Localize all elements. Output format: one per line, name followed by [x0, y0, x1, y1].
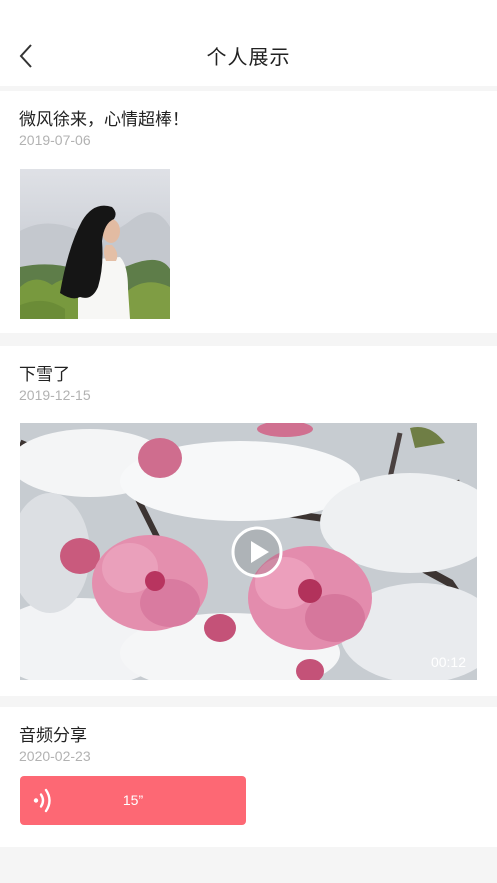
- post-video[interactable]: 00:12: [20, 423, 477, 680]
- post-date: 2019-12-15: [19, 387, 91, 403]
- post-title: 微风徐来，心情超棒！: [19, 110, 189, 130]
- audio-duration: 15”: [122, 792, 144, 808]
- post-card-video: 下雪了 2019-12-15 00:12: [0, 346, 497, 696]
- navigation-bar: 个人展示: [0, 0, 497, 86]
- post-photo[interactable]: [20, 169, 170, 319]
- post-title: 音频分享: [19, 726, 87, 746]
- play-icon[interactable]: [231, 526, 283, 578]
- post-title: 下雪了: [19, 365, 70, 385]
- post-date: 2019-07-06: [19, 132, 91, 148]
- audio-player-button[interactable]: 15”: [20, 776, 246, 825]
- post-date: 2020-02-23: [19, 748, 91, 764]
- post-card-photo: 微风徐来，心情超棒！ 2019-07-06: [0, 91, 497, 333]
- post-card-audio: 音频分享 2020-02-23 15”: [0, 707, 497, 847]
- video-duration: 00:12: [430, 654, 466, 670]
- page-title: 个人展示: [206, 45, 291, 69]
